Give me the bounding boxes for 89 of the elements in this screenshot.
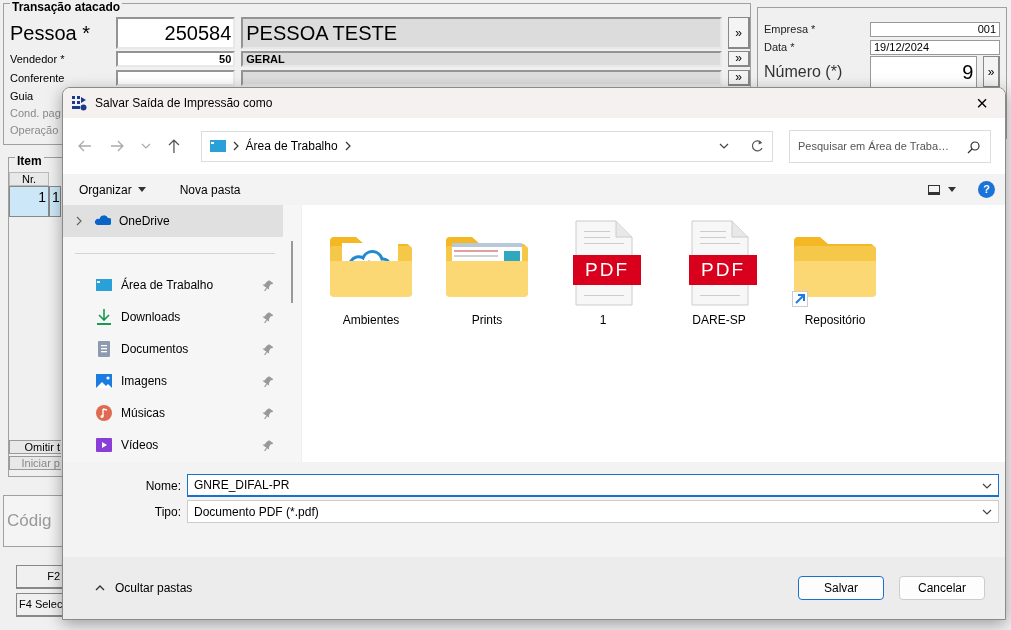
caret-icon[interactable]: [948, 187, 956, 192]
lookup-button[interactable]: »: [728, 17, 750, 49]
help-button[interactable]: ?: [978, 181, 995, 198]
field-label: Número (*): [764, 63, 843, 80]
sidebar-item[interactable]: Vídeos: [63, 429, 283, 461]
value-field[interactable]: 001: [870, 21, 1000, 37]
field-label: Pessoa *: [10, 22, 91, 44]
field-label: Vendedor *: [10, 53, 65, 65]
refresh-icon[interactable]: [750, 139, 764, 153]
sidebar-item[interactable]: Documentos: [63, 333, 283, 365]
name-field: GERAL: [241, 51, 723, 67]
name-field: PESSOA TESTE: [241, 17, 723, 49]
sidebar-item[interactable]: Imagens: [63, 365, 283, 397]
filetype-select[interactable]: Documento PDF (*.pdf): [187, 500, 999, 523]
file-name: Prints: [471, 312, 503, 329]
dialog-title: Salvar Saída de Impressão como: [95, 95, 273, 112]
item-button[interactable]: Omitir t: [9, 440, 61, 454]
organize-menu[interactable]: Organizar: [73, 178, 152, 201]
document-icon: [95, 340, 113, 358]
table-cell: 1: [9, 186, 49, 217]
lookup-button[interactable]: »: [983, 56, 1000, 88]
value-field[interactable]: 9: [870, 56, 978, 88]
field-label: Empresa *: [764, 23, 816, 35]
desktop-icon: [209, 139, 226, 153]
field-label: Operação: [10, 124, 59, 136]
pin-icon: [261, 343, 273, 355]
code-field[interactable]: 50: [116, 51, 236, 67]
address-path: Área de Trabalho: [245, 137, 338, 155]
table-cell: 1: [49, 186, 61, 217]
close-button[interactable]: ×: [959, 88, 1005, 118]
file-item[interactable]: PDF DARE-SP: [676, 219, 762, 329]
caret-icon: [137, 187, 146, 192]
field-label: Conferente: [10, 72, 65, 84]
function-key-button[interactable]: F2: [16, 565, 62, 589]
group-title: Item: [15, 155, 44, 167]
pin-icon: [261, 279, 273, 291]
chevron-icon: [343, 141, 352, 151]
app-icon: [71, 95, 87, 111]
file-item[interactable]: Repositório: [792, 219, 878, 329]
column-header: Nr.: [9, 172, 49, 186]
up-icon[interactable]: [166, 138, 181, 154]
pin-icon: [261, 375, 273, 387]
address-bar[interactable]: Área de Trabalho: [200, 130, 773, 162]
sidebar-item[interactable]: Área de Trabalho: [63, 269, 283, 301]
code-field[interactable]: [116, 70, 236, 86]
file-item[interactable]: Ambientes: [328, 219, 414, 329]
field-label: Nome:: [144, 477, 181, 495]
search-field[interactable]: Pesquisar em Área de Traba…: [789, 129, 991, 163]
file-item[interactable]: Prints: [444, 219, 530, 329]
video-icon: [95, 436, 113, 454]
pin-icon: [261, 407, 273, 419]
group-title: Transação atacado: [10, 1, 123, 13]
scrollbar-thumb[interactable]: [291, 241, 293, 303]
lookup-button[interactable]: »: [728, 70, 750, 86]
sidebar-item[interactable]: Downloads: [63, 301, 283, 333]
shortcut-arrow-icon: [792, 291, 808, 307]
chevron-icon: [231, 141, 240, 151]
music-note-icon: [95, 404, 113, 422]
file-item[interactable]: PDF 1: [560, 219, 646, 329]
new-folder-button[interactable]: Nova pasta: [173, 178, 247, 201]
pdf-badge: PDF: [573, 255, 641, 285]
file-name: Ambientes: [342, 312, 400, 329]
sidebar-item[interactable]: OneDrive: [63, 205, 283, 237]
desktop-icon: [95, 276, 113, 294]
file-name: DARE-SP: [692, 312, 746, 329]
file-name: 1: [599, 312, 607, 329]
pdf-badge: PDF: [689, 255, 757, 285]
view-icon[interactable]: [928, 184, 940, 195]
lookup-button[interactable]: »: [728, 51, 750, 67]
save-button[interactable]: Salvar: [798, 576, 884, 600]
hide-folders-button[interactable]: Ocultar pastas: [89, 577, 199, 599]
chevron-up-icon: [95, 585, 105, 591]
field-label: Cond. pag: [10, 107, 61, 119]
sidebar-item[interactable]: Músicas: [63, 397, 283, 429]
field-label: Guia: [10, 90, 34, 102]
pin-icon: [261, 311, 273, 323]
function-key-button[interactable]: F4 Selec: [16, 593, 62, 617]
cancel-button[interactable]: Cancelar: [899, 576, 985, 600]
file-name: Repositório: [804, 312, 866, 329]
code-box: Códig: [3, 495, 63, 547]
image-icon: [95, 372, 113, 390]
pin-icon: [261, 439, 273, 451]
filename-field[interactable]: GNRE_DIFAL-PR: [187, 474, 999, 497]
download-icon: [95, 308, 113, 326]
code-field[interactable]: 250584: [116, 17, 236, 49]
value-field[interactable]: 19/12/2024: [870, 39, 1000, 55]
field-label: Tipo:: [153, 503, 181, 521]
search-icon[interactable]: [967, 139, 981, 154]
field-label: Data *: [764, 41, 795, 53]
